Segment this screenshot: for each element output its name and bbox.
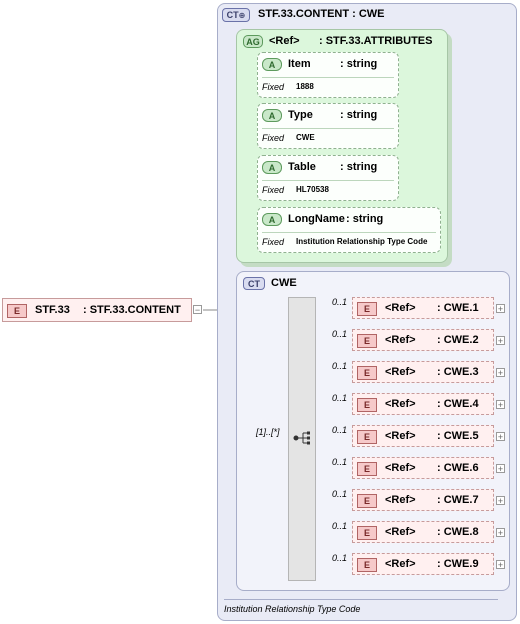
complex-type-documentation: Institution Relationship Type Code	[224, 604, 361, 614]
attribute-type-attr[interactable]: A Type : string Fixed CWE	[257, 103, 399, 149]
attribute-divider	[262, 77, 394, 78]
element-icon: E	[357, 302, 377, 316]
element-cwe-2[interactable]: E <Ref> : CWE.2	[352, 329, 494, 351]
element-cwe-6[interactable]: E <Ref> : CWE.6	[352, 457, 494, 479]
attribute-group-icon: AG	[243, 35, 263, 48]
attribute-icon: A	[262, 58, 282, 71]
element-cwe-1[interactable]: E <Ref> : CWE.1	[352, 297, 494, 319]
attribute-icon: A	[262, 109, 282, 122]
attribute-group-ref: <Ref>	[269, 35, 300, 47]
element-icon: E	[357, 558, 377, 572]
attribute-type: : string	[340, 161, 378, 173]
element-ref: <Ref>	[385, 494, 416, 506]
element-type: : CWE.2	[437, 334, 479, 346]
fixed-value: CWE	[296, 133, 315, 142]
attribute-group-type: : STF.33.ATTRIBUTES	[319, 35, 433, 47]
expand-icon[interactable]: +	[496, 496, 505, 506]
expand-icon[interactable]: +	[496, 336, 505, 346]
fixed-value: Institution Relationship Type Code	[296, 237, 428, 246]
sequence-cardinality: [1]..[*]	[256, 427, 280, 437]
element-ref: <Ref>	[385, 526, 416, 538]
root-element-name: STF.33	[35, 304, 70, 316]
attribute-type: : string	[346, 213, 384, 225]
root-element-type: : STF.33.CONTENT	[83, 304, 181, 316]
attribute-type: : string	[340, 58, 378, 70]
cwe-type-title: CWE	[271, 277, 297, 289]
sequence-compositor[interactable]	[288, 297, 316, 581]
attribute-divider	[262, 232, 436, 233]
attribute-name: Item	[288, 58, 311, 70]
element-type: : CWE.1	[437, 302, 479, 314]
attribute-icon: A	[262, 161, 282, 174]
element-icon: E	[357, 462, 377, 476]
element-icon: E	[357, 366, 377, 380]
element-occurrence: 0..1	[332, 521, 348, 531]
footer-divider	[224, 599, 498, 600]
attribute-table[interactable]: A Table : string Fixed HL70538	[257, 155, 399, 201]
element-ref: <Ref>	[385, 302, 416, 314]
element-occurrence: 0..1	[332, 457, 348, 467]
root-element[interactable]: E STF.33 : STF.33.CONTENT	[2, 298, 192, 322]
element-ref: <Ref>	[385, 558, 416, 570]
element-cwe-9[interactable]: E <Ref> : CWE.9	[352, 553, 494, 575]
attribute-longname[interactable]: A LongName : string Fixed Institution Re…	[257, 207, 441, 253]
element-icon: E	[357, 334, 377, 348]
fixed-value: HL70538	[296, 185, 329, 194]
fixed-label: Fixed	[262, 237, 285, 247]
element-type: : CWE.9	[437, 558, 479, 570]
expand-icon[interactable]: +	[496, 400, 505, 410]
element-cwe-8[interactable]: E <Ref> : CWE.8	[352, 521, 494, 543]
element-icon: E	[7, 304, 27, 318]
complex-type-icon: CT	[243, 277, 265, 290]
element-type: : CWE.7	[437, 494, 479, 506]
attribute-name: LongName	[288, 213, 345, 225]
attribute-divider	[262, 180, 394, 181]
element-occurrence: 0..1	[332, 553, 348, 563]
element-occurrence: 0..1	[332, 425, 348, 435]
element-icon: E	[357, 398, 377, 412]
complex-type-icon: CT⊕	[222, 8, 250, 22]
element-icon: E	[357, 526, 377, 540]
element-cwe-7[interactable]: E <Ref> : CWE.7	[352, 489, 494, 511]
expand-icon[interactable]: +	[496, 560, 505, 570]
element-icon: E	[357, 430, 377, 444]
element-occurrence: 0..1	[332, 489, 348, 499]
sequence-icon	[293, 431, 310, 445]
element-icon: E	[357, 494, 377, 508]
attribute-divider	[262, 128, 394, 129]
fixed-label: Fixed	[262, 82, 285, 92]
attribute-icon: A	[262, 213, 282, 226]
element-cwe-3[interactable]: E <Ref> : CWE.3	[352, 361, 494, 383]
element-occurrence: 0..1	[332, 393, 348, 403]
element-type: : CWE.4	[437, 398, 479, 410]
element-cwe-5[interactable]: E <Ref> : CWE.5	[352, 425, 494, 447]
element-type: : CWE.5	[437, 430, 479, 442]
element-type: : CWE.6	[437, 462, 479, 474]
element-occurrence: 0..1	[332, 361, 348, 371]
element-ref: <Ref>	[385, 398, 416, 410]
element-type: : CWE.8	[437, 526, 479, 538]
attribute-name: Table	[288, 161, 316, 173]
element-ref: <Ref>	[385, 462, 416, 474]
expand-icon[interactable]: +	[496, 464, 505, 474]
attribute-item[interactable]: A Item : string Fixed 1888	[257, 52, 399, 98]
fixed-value: 1888	[296, 82, 314, 91]
element-occurrence: 0..1	[332, 329, 348, 339]
element-occurrence: 0..1	[332, 297, 348, 307]
fixed-label: Fixed	[262, 185, 285, 195]
attribute-name: Type	[288, 109, 313, 121]
expand-icon[interactable]: +	[496, 432, 505, 442]
element-type: : CWE.3	[437, 366, 479, 378]
expand-icon[interactable]: +	[496, 528, 505, 538]
root-collapse-icon[interactable]: −	[193, 305, 202, 315]
attribute-type: : string	[340, 109, 378, 121]
complex-type-title: STF.33.CONTENT : CWE	[258, 8, 385, 20]
expand-icon[interactable]: +	[496, 304, 505, 314]
element-ref: <Ref>	[385, 366, 416, 378]
element-ref: <Ref>	[385, 334, 416, 346]
element-ref: <Ref>	[385, 430, 416, 442]
element-cwe-4[interactable]: E <Ref> : CWE.4	[352, 393, 494, 415]
expand-icon[interactable]: +	[496, 368, 505, 378]
fixed-label: Fixed	[262, 133, 285, 143]
